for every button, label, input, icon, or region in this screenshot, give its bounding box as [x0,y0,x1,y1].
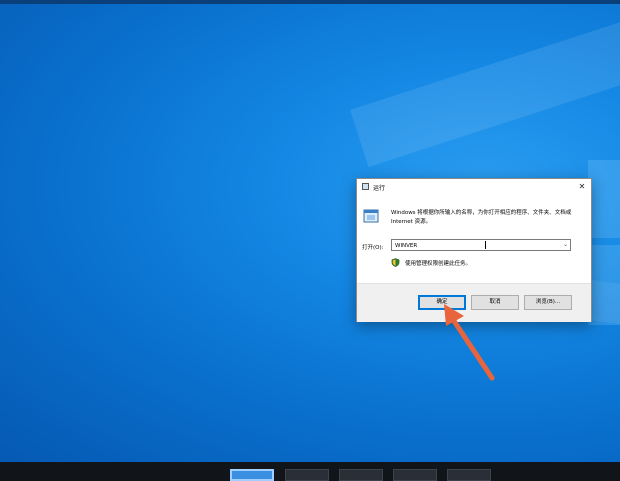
top-edge [0,0,620,4]
text-cursor [485,241,486,249]
run-title-icon [362,183,369,190]
browse-button[interactable]: 浏览(B)... [524,295,572,310]
taskbar-thumbnail[interactable] [447,469,491,481]
chevron-down-icon[interactable]: ⌄ [563,240,568,250]
desktop-background: 运行 ✕ Windows 将根据你所输入的名称，为你打开相应的程序、文件夹、文档… [0,0,620,462]
shield-icon [391,258,400,267]
open-input-value: WINVER [395,243,418,249]
run-program-icon [363,209,379,223]
wallpaper-logo-pane [588,160,620,238]
dialog-description: Windows 将根据你所输入的名称，为你打开相应的程序、文件夹、文档或 Int… [391,210,572,225]
dialog-titlebar[interactable]: 运行 ✕ [357,179,591,195]
annotation-arrow-icon [444,304,495,381]
taskbar-thumbnail[interactable] [339,469,383,481]
admin-note: 使用管理权限创建此任务。 [405,261,472,267]
taskbar-thumbnail[interactable] [285,469,329,481]
wallpaper-logo-pane [588,245,620,325]
taskbar-thumbnail[interactable] [230,469,274,481]
open-label: 打开(O): [362,245,384,251]
taskbar-thumbnail[interactable] [393,469,437,481]
wallpaper-light-beam [350,0,620,168]
close-button[interactable]: ✕ [576,181,588,193]
open-input[interactable]: WINVER ⌄ [391,239,571,251]
dialog-title: 运行 [373,185,386,192]
